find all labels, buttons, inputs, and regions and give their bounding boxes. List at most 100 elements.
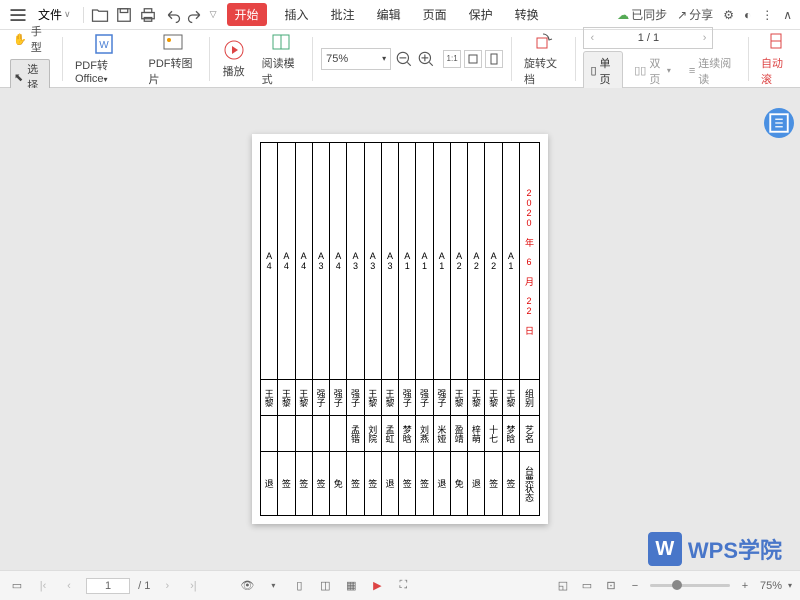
dropdown-icon[interactable]: ▾ <box>264 577 282 595</box>
tab-page[interactable]: 页面 <box>419 4 451 25</box>
zoom-out-icon[interactable] <box>395 50 413 68</box>
image-icon <box>161 30 185 54</box>
pdf-to-image-button[interactable]: PDF转图片 <box>144 30 200 87</box>
wps-logo-icon: W <box>648 532 682 566</box>
table-row: A1王黎梦晗签 <box>502 143 519 516</box>
rotate-button[interactable]: 旋转文档 <box>520 30 567 87</box>
status-page[interactable]: 1 <box>86 578 130 594</box>
fit-width-icon[interactable] <box>464 50 482 68</box>
statusbar: ▭ |‹ ‹ 1 / 1 › ›| 👁 ▾ ▯ ◫ ▦ ▶ ⛶ ◱ ▭ ⊡ − … <box>0 570 800 600</box>
redo-icon[interactable] <box>186 5 206 25</box>
fit-11-icon[interactable]: 1:1 <box>443 50 461 68</box>
pdf-page: 2020 年 6 月 22 日 组别 艺名 台票状态 A1王黎梦晗签 A2王黎十… <box>252 134 548 524</box>
fit-page-icon[interactable] <box>485 50 503 68</box>
status-total: / 1 <box>138 580 150 592</box>
zoom-slider[interactable] <box>650 584 730 587</box>
play-icon <box>222 38 246 62</box>
autoscroll-button[interactable]: 自动滚 <box>757 30 794 87</box>
status-zoom-out[interactable]: − <box>626 577 644 595</box>
toolbar: ✋手型 ⬉选择 W PDF转Office▾ PDF转图片 播放 阅读模式 75%… <box>0 30 800 88</box>
header-status: 台票状态 <box>520 452 540 516</box>
tab-start[interactable]: 开始 <box>227 3 267 26</box>
table-row: A2王黎十七签 <box>485 143 502 516</box>
status-zoom-in[interactable]: + <box>736 577 754 595</box>
hand-icon: ✋ <box>13 33 27 46</box>
table-row: A4王黎签 <box>278 143 295 516</box>
ribbon-tabs: 开始 插入 批注 编辑 页面 保护 转换 <box>227 3 543 26</box>
undo-icon[interactable] <box>162 5 182 25</box>
continuous-button[interactable]: ≡连续阅读 <box>682 51 740 91</box>
tab-protect[interactable]: 保护 <box>465 4 497 25</box>
preview-icon[interactable]: 👁 <box>238 577 256 595</box>
status-zoom-value[interactable]: 75% <box>760 580 782 592</box>
svg-text:W: W <box>99 40 109 51</box>
rotate-icon <box>531 30 555 54</box>
read-mode-button[interactable]: 阅读模式 <box>258 30 305 87</box>
tab-edit[interactable]: 编辑 <box>373 4 405 25</box>
fit-icon-1[interactable]: ◱ <box>554 577 572 595</box>
single-page-icon: ▯ <box>590 64 596 77</box>
table-row: A4强子免 <box>330 143 347 516</box>
layout2-icon[interactable]: ◫ <box>316 577 334 595</box>
sidebar-toggle-icon[interactable]: ▭ <box>8 577 26 595</box>
double-page-icon: ▯▯ <box>634 64 646 77</box>
open-icon[interactable] <box>90 5 110 25</box>
print-icon[interactable] <box>138 5 158 25</box>
autoscroll-icon <box>764 30 788 54</box>
float-action-button[interactable] <box>764 108 794 138</box>
zoom-in-icon[interactable] <box>417 50 435 68</box>
table-row: A3强子签 <box>312 143 329 516</box>
tab-insert[interactable]: 插入 <box>281 4 313 25</box>
sync-status[interactable]: ☁已同步 <box>617 6 667 23</box>
table-row: A1强子梦晗签 <box>399 143 416 516</box>
zoom-select[interactable]: 75%▾ <box>321 48 391 70</box>
table-row: A3王黎刘院签 <box>364 143 381 516</box>
header-group: 组别 <box>520 380 540 416</box>
share-button[interactable]: ↗分享 <box>677 6 713 23</box>
play-button[interactable]: 播放 <box>218 38 250 79</box>
collapse-icon[interactable]: ∧ <box>783 8 792 22</box>
word-icon: W <box>92 32 116 56</box>
continuous-icon: ≡ <box>689 65 695 77</box>
hand-tool[interactable]: ✋手型 <box>10 22 50 56</box>
book-icon <box>269 30 293 54</box>
play-status-icon[interactable]: ▶ <box>368 577 386 595</box>
document-canvas[interactable]: 2020 年 6 月 22 日 组别 艺名 台票状态 A1王黎梦晗签 A2王黎十… <box>0 88 800 570</box>
pdf-to-office-button[interactable]: W PDF转Office▾ <box>71 32 137 85</box>
tab-convert[interactable]: 转换 <box>511 4 543 25</box>
page-indicator: 1 / 1 <box>638 32 659 44</box>
watermark-text: WPS学院 <box>688 533 782 565</box>
table-row: A4王黎退 <box>261 143 278 516</box>
layout1-icon[interactable]: ▯ <box>290 577 308 595</box>
fit-icon-2[interactable]: ▭ <box>578 577 596 595</box>
skin-icon[interactable]: ◐ <box>744 8 751 22</box>
gear-icon[interactable]: ⚙ <box>723 8 734 22</box>
save-icon[interactable] <box>114 5 134 25</box>
next-page-icon[interactable]: › <box>703 32 707 44</box>
fit-icon-3[interactable]: ⊡ <box>602 577 620 595</box>
layout3-icon[interactable]: ▦ <box>342 577 360 595</box>
document-table: 2020 年 6 月 22 日 组别 艺名 台票状态 A1王黎梦晗签 A2王黎十… <box>260 142 540 516</box>
header-name: 艺名 <box>520 416 540 452</box>
double-page-button[interactable]: ▯▯双页▾ <box>627 51 678 91</box>
first-page-icon[interactable]: |‹ <box>34 577 52 595</box>
prev-icon[interactable]: ‹ <box>60 577 78 595</box>
titlebar: 文件 ∨ ▽ 开始 插入 批注 编辑 页面 保护 转换 ☁已同步 ↗分享 ⚙ ◐… <box>0 0 800 30</box>
table-row: A4王黎签 <box>295 143 312 516</box>
cursor-icon: ⬉ <box>14 71 23 84</box>
table-row: A2王黎盈靖免 <box>450 143 467 516</box>
more-icon[interactable]: ⋮ <box>761 8 773 22</box>
watermark: W WPS学院 <box>648 532 782 566</box>
next-icon[interactable]: › <box>158 577 176 595</box>
last-page-icon[interactable]: ›| <box>184 577 202 595</box>
expand-icon[interactable]: ⛶ <box>394 577 412 595</box>
table-row: A3王黎孟虹退 <box>381 143 398 516</box>
table-row: A2王黎梓萌退 <box>468 143 485 516</box>
date-cell: 2020 年 6 月 22 日 <box>520 143 540 380</box>
table-row: A1强子刘燕签 <box>416 143 433 516</box>
prev-page-icon[interactable]: ‹ <box>590 32 594 44</box>
table-row: A3强子孟锴签 <box>347 143 364 516</box>
page-navigator[interactable]: ‹ 1 / 1 › <box>583 27 713 49</box>
single-page-button[interactable]: ▯单页 <box>583 51 623 91</box>
tab-annotate[interactable]: 批注 <box>327 4 359 25</box>
